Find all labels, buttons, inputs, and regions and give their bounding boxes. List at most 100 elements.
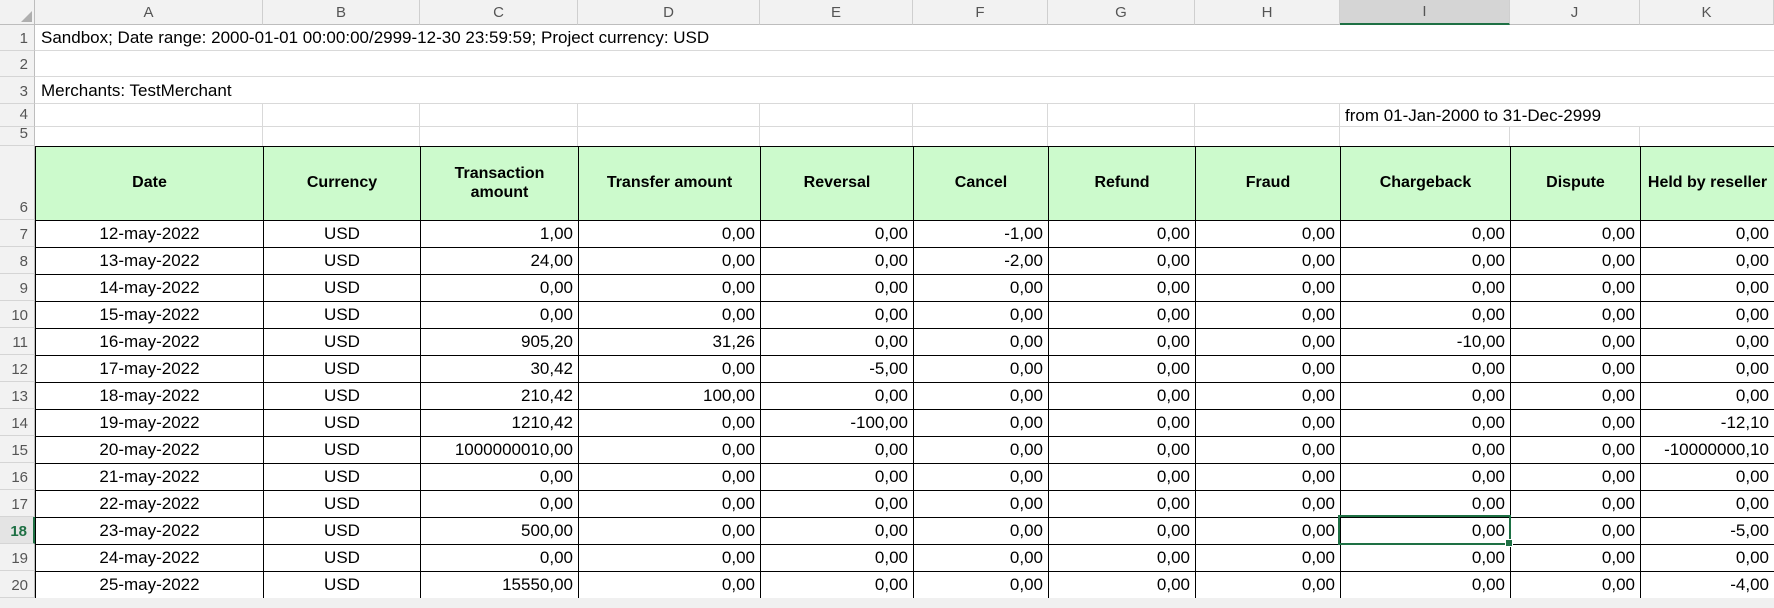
cell-C13[interactable]: 210,42 xyxy=(421,383,579,410)
column-header-G[interactable]: G xyxy=(1048,0,1195,25)
row-header-9[interactable]: 9 xyxy=(0,274,35,301)
cell-D19[interactable]: 0,00 xyxy=(579,545,761,572)
cell-I14[interactable]: 0,00 xyxy=(1341,410,1511,437)
cell-F12[interactable]: 0,00 xyxy=(914,356,1049,383)
cell-F17[interactable]: 0,00 xyxy=(914,491,1049,518)
cell-K8[interactable]: 0,00 xyxy=(1641,248,1774,275)
cell-G8[interactable]: 0,00 xyxy=(1049,248,1196,275)
cell-C16[interactable]: 0,00 xyxy=(421,464,579,491)
column-header-D[interactable]: D xyxy=(578,0,760,25)
cell-J8[interactable]: 0,00 xyxy=(1511,248,1641,275)
row-header-16[interactable]: 16 xyxy=(0,463,35,490)
cell-B14[interactable]: USD xyxy=(264,410,421,437)
cell-B8[interactable]: USD xyxy=(264,248,421,275)
cell-C18[interactable]: 500,00 xyxy=(421,518,579,545)
cell-D14[interactable]: 0,00 xyxy=(579,410,761,437)
cell-G14[interactable]: 0,00 xyxy=(1049,410,1196,437)
cell-J19[interactable]: 0,00 xyxy=(1511,545,1641,572)
header-cell-A6[interactable]: Date xyxy=(36,147,264,221)
cell-C20[interactable]: 15550,00 xyxy=(421,572,579,599)
cell-G19[interactable]: 0,00 xyxy=(1049,545,1196,572)
cell-F15[interactable]: 0,00 xyxy=(914,437,1049,464)
cell-K20[interactable]: -4,00 xyxy=(1641,572,1774,599)
cell-I9[interactable]: 0,00 xyxy=(1341,275,1511,302)
cell-I16[interactable]: 0,00 xyxy=(1341,464,1511,491)
cell-E17[interactable]: 0,00 xyxy=(761,491,914,518)
cell-C11[interactable]: 905,20 xyxy=(421,329,579,356)
row-header-19[interactable]: 19 xyxy=(0,544,35,571)
cell-I17[interactable]: 0,00 xyxy=(1341,491,1511,518)
cell-F10[interactable]: 0,00 xyxy=(914,302,1049,329)
cell-B18[interactable]: USD xyxy=(264,518,421,545)
cell-C12[interactable]: 30,42 xyxy=(421,356,579,383)
cell-C14[interactable]: 1210,42 xyxy=(421,410,579,437)
cell-I8[interactable]: 0,00 xyxy=(1341,248,1511,275)
cell-I20[interactable]: 0,00 xyxy=(1341,572,1511,599)
cell-J13[interactable]: 0,00 xyxy=(1511,383,1641,410)
cell-H9[interactable]: 0,00 xyxy=(1196,275,1341,302)
row-header-17[interactable]: 17 xyxy=(0,490,35,517)
cell-G15[interactable]: 0,00 xyxy=(1049,437,1196,464)
cell-F16[interactable]: 0,00 xyxy=(914,464,1049,491)
cell-G9[interactable]: 0,00 xyxy=(1049,275,1196,302)
cell-H12[interactable]: 0,00 xyxy=(1196,356,1341,383)
cell-G16[interactable]: 0,00 xyxy=(1049,464,1196,491)
cell-A19[interactable]: 24-may-2022 xyxy=(36,545,264,572)
cell-E15[interactable]: 0,00 xyxy=(761,437,914,464)
cell-K10[interactable]: 0,00 xyxy=(1641,302,1774,329)
cell-H19[interactable]: 0,00 xyxy=(1196,545,1341,572)
cell-A9[interactable]: 14-may-2022 xyxy=(36,275,264,302)
cell-A12[interactable]: 17-may-2022 xyxy=(36,356,264,383)
cell-K18[interactable]: -5,00 xyxy=(1641,518,1774,545)
cell-K17[interactable]: 0,00 xyxy=(1641,491,1774,518)
column-header-A[interactable]: A xyxy=(35,0,263,25)
cell-A8[interactable]: 13-may-2022 xyxy=(36,248,264,275)
cell-J12[interactable]: 0,00 xyxy=(1511,356,1641,383)
row-header-8[interactable]: 8 xyxy=(0,247,35,274)
cell-A16[interactable]: 21-may-2022 xyxy=(36,464,264,491)
header-cell-E6[interactable]: Reversal xyxy=(761,147,914,221)
cell-H14[interactable]: 0,00 xyxy=(1196,410,1341,437)
cell-F19[interactable]: 0,00 xyxy=(914,545,1049,572)
cell-E12[interactable]: -5,00 xyxy=(761,356,914,383)
column-header-K[interactable]: K xyxy=(1640,0,1774,25)
cell-B9[interactable]: USD xyxy=(264,275,421,302)
row-header-10[interactable]: 10 xyxy=(0,301,35,328)
cell-E14[interactable]: -100,00 xyxy=(761,410,914,437)
header-cell-F6[interactable]: Cancel xyxy=(914,147,1049,221)
cell-A10[interactable]: 15-may-2022 xyxy=(36,302,264,329)
cell-E20[interactable]: 0,00 xyxy=(761,572,914,599)
select-all-corner[interactable] xyxy=(0,0,35,25)
cell-B10[interactable]: USD xyxy=(264,302,421,329)
cell-B16[interactable]: USD xyxy=(264,464,421,491)
column-header-H[interactable]: H xyxy=(1195,0,1340,25)
cell-I12[interactable]: 0,00 xyxy=(1341,356,1511,383)
cell-J10[interactable]: 0,00 xyxy=(1511,302,1641,329)
cell-B12[interactable]: USD xyxy=(264,356,421,383)
cell-B11[interactable]: USD xyxy=(264,329,421,356)
cell-D12[interactable]: 0,00 xyxy=(579,356,761,383)
cell-A18[interactable]: 23-may-2022 xyxy=(36,518,264,545)
cell-I11[interactable]: -10,00 xyxy=(1341,329,1511,356)
row-header-4[interactable]: 4 xyxy=(0,104,35,127)
cell-F20[interactable]: 0,00 xyxy=(914,572,1049,599)
header-cell-D6[interactable]: Transfer amount xyxy=(579,147,761,221)
cell-K12[interactable]: 0,00 xyxy=(1641,356,1774,383)
column-header-E[interactable]: E xyxy=(760,0,913,25)
cell-J7[interactable]: 0,00 xyxy=(1511,221,1641,248)
cell-H7[interactable]: 0,00 xyxy=(1196,221,1341,248)
cell-G7[interactable]: 0,00 xyxy=(1049,221,1196,248)
cell-I4[interactable]: from 01-Jan-2000 to 31-Dec-2999 xyxy=(1345,104,1601,127)
row-header-15[interactable]: 15 xyxy=(0,436,35,463)
cell-C9[interactable]: 0,00 xyxy=(421,275,579,302)
cell-J16[interactable]: 0,00 xyxy=(1511,464,1641,491)
cell-H16[interactable]: 0,00 xyxy=(1196,464,1341,491)
column-header-I[interactable]: I xyxy=(1340,0,1510,25)
cell-F9[interactable]: 0,00 xyxy=(914,275,1049,302)
header-cell-I6[interactable]: Chargeback xyxy=(1341,147,1511,221)
cell-A17[interactable]: 22-may-2022 xyxy=(36,491,264,518)
header-cell-B6[interactable]: Currency xyxy=(264,147,421,221)
cell-E11[interactable]: 0,00 xyxy=(761,329,914,356)
cell-J11[interactable]: 0,00 xyxy=(1511,329,1641,356)
cell-G20[interactable]: 0,00 xyxy=(1049,572,1196,599)
